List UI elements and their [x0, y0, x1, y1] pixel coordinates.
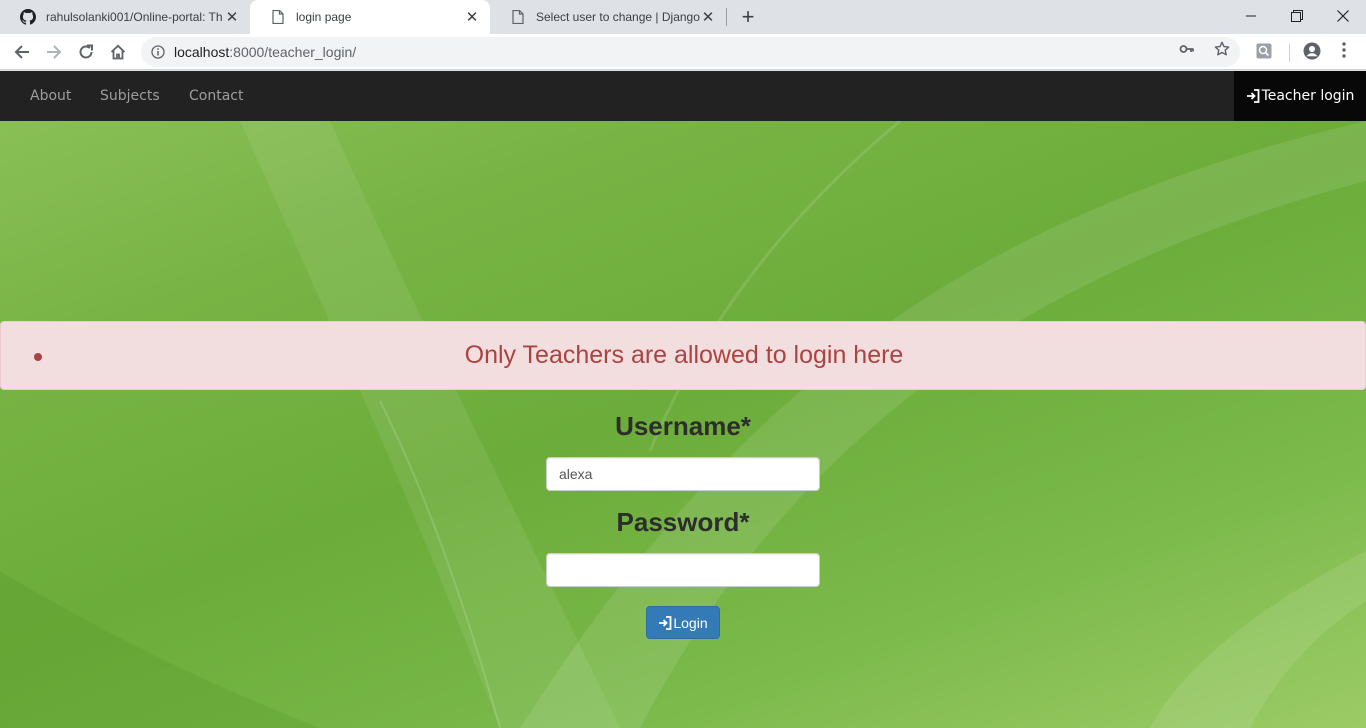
login-button-label: Login — [673, 614, 708, 631]
login-button[interactable]: Login — [646, 606, 720, 639]
restore-icon[interactable] — [1274, 0, 1320, 32]
page-icon — [510, 9, 526, 25]
forward-icon[interactable] — [40, 38, 68, 66]
key-icon[interactable] — [1179, 41, 1195, 57]
tab-strip: rahulsolanki001/Online-portal: Th ✕ logi… — [0, 0, 1366, 34]
log-in-icon — [1246, 89, 1260, 103]
nav-link-contact[interactable]: Contact — [189, 71, 243, 121]
minimize-icon[interactable] — [1228, 0, 1274, 32]
menu-icon[interactable] — [1336, 42, 1352, 58]
url-host: localhost — [174, 44, 230, 60]
account-icon[interactable] — [1303, 42, 1321, 60]
tab-title: login page — [296, 10, 352, 24]
star-icon[interactable] — [1214, 41, 1230, 57]
address-bar[interactable]: localhost:8000/teacher_login/ — [141, 37, 1240, 67]
tab-title: rahulsolanki001/Online-portal: Th — [46, 10, 223, 24]
back-icon[interactable] — [8, 38, 36, 66]
home-icon[interactable] — [104, 38, 132, 66]
username-input[interactable] — [546, 457, 820, 491]
tab-close-icon[interactable]: ✕ — [464, 9, 480, 26]
tab-django-admin[interactable]: Select user to change | Django si ✕ — [490, 0, 726, 34]
new-tab-icon[interactable]: + — [736, 5, 760, 29]
url-path: :8000/teacher_login/ — [229, 44, 357, 60]
username-label: Username* — [615, 411, 751, 441]
tab-close-icon[interactable]: ✕ — [700, 9, 716, 26]
tab-close-icon[interactable]: ✕ — [224, 9, 240, 26]
password-label: Password* — [616, 507, 750, 537]
browser-toolbar: localhost:8000/teacher_login/ — [0, 34, 1366, 70]
tab-github[interactable]: rahulsolanki001/Online-portal: Th ✕ — [0, 0, 250, 34]
close-window-icon[interactable] — [1320, 0, 1366, 32]
tab-separator — [726, 8, 727, 26]
toolbar-separator — [1289, 44, 1290, 62]
tab-title: Select user to change | Django si — [536, 10, 700, 24]
navbar: About Subjects Contact Teacher login — [0, 71, 1366, 121]
nav-link-subjects[interactable]: Subjects — [100, 71, 160, 121]
page-content: About Subjects Contact Teacher login Onl… — [0, 71, 1366, 728]
url-text: localhost:8000/teacher_login/ — [174, 44, 356, 60]
nav-link-about[interactable]: About — [30, 71, 71, 121]
extension-icon[interactable] — [1256, 43, 1272, 59]
alert-message: Only Teachers are allowed to login here — [464, 341, 904, 369]
teacher-login-link[interactable]: Teacher login — [1234, 71, 1366, 121]
error-alert: Only Teachers are allowed to login here — [0, 321, 1366, 390]
password-input[interactable] — [546, 553, 820, 587]
log-in-icon — [658, 615, 672, 630]
tab-login-page[interactable]: login page ✕ — [250, 0, 490, 34]
reload-icon[interactable] — [72, 38, 100, 66]
page-icon — [270, 9, 286, 25]
teacher-login-label: Teacher login — [1261, 88, 1355, 104]
github-icon — [20, 9, 36, 25]
info-icon[interactable] — [150, 44, 166, 60]
